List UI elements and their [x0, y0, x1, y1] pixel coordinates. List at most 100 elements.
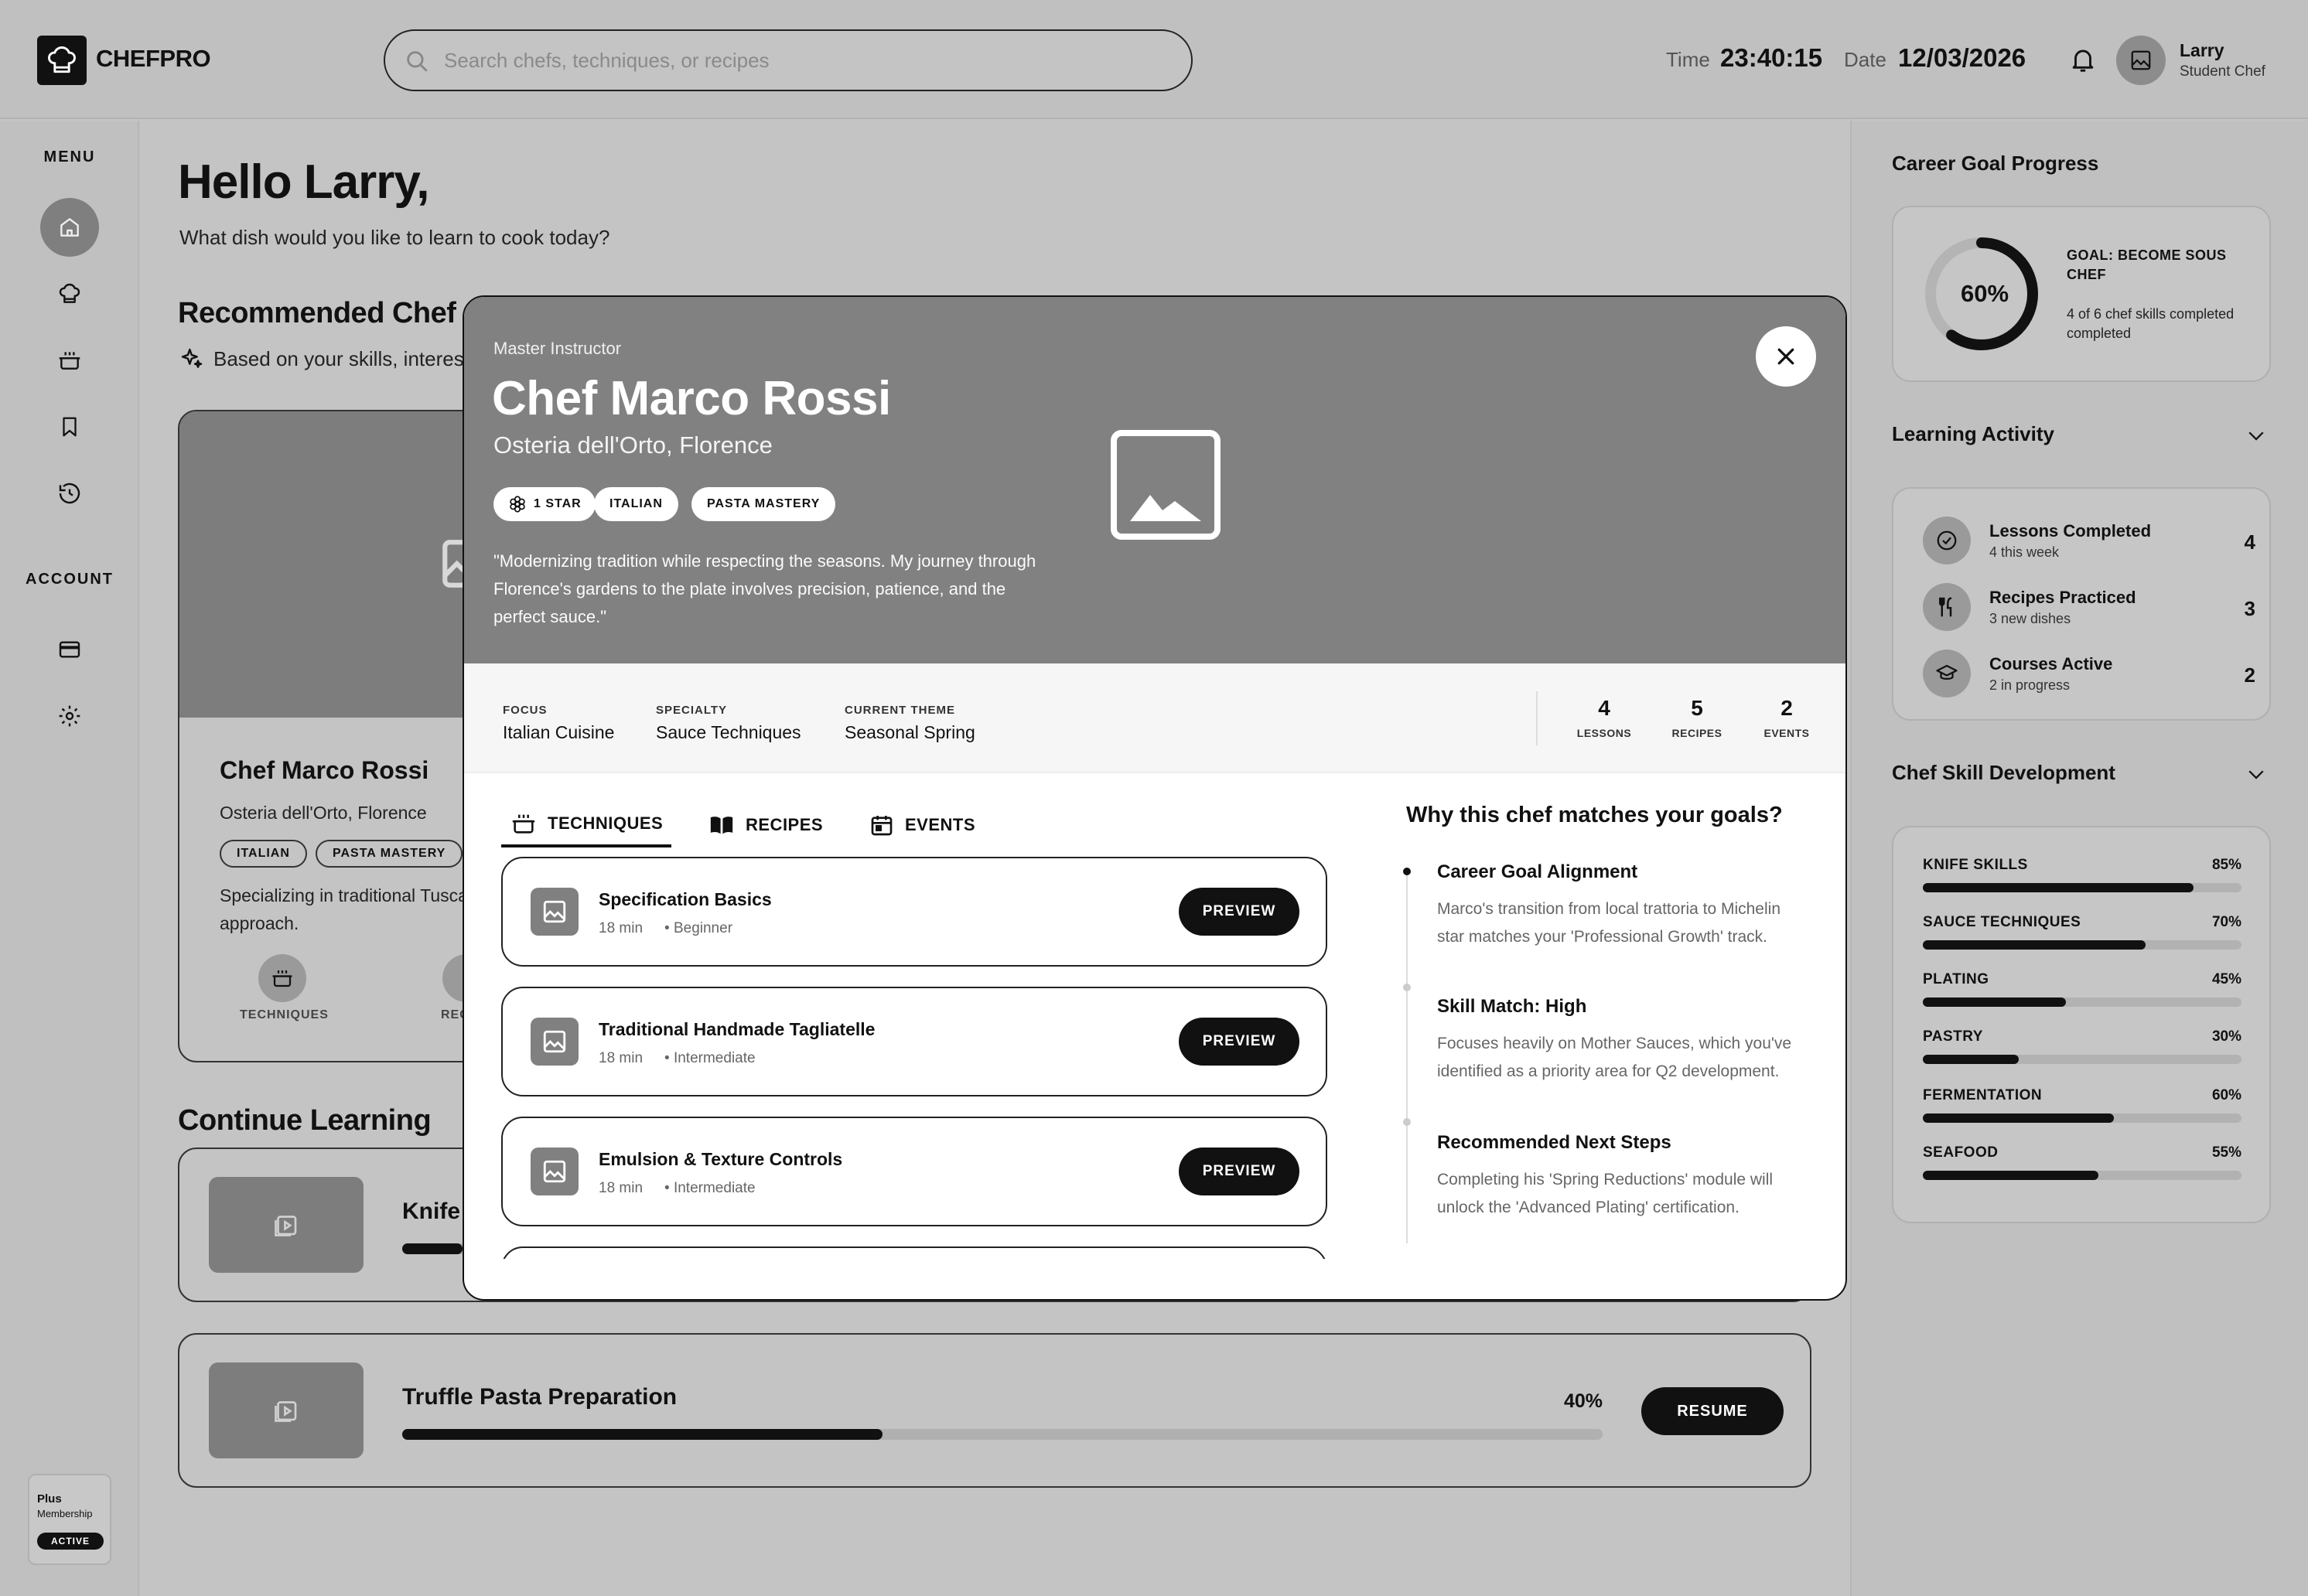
tag-pill: PASTA MASTERY [316, 840, 463, 868]
preview-button[interactable]: PREVIEW [1179, 888, 1299, 936]
skill-percent: 70% [2211, 914, 2241, 930]
activity-title: Courses Active [1989, 654, 2113, 674]
list-item[interactable]: Emulsion & Texture Controls 18 min • Inte… [501, 1117, 1327, 1226]
sidebar: MENU ACCOUNT Plus Membership ACTIVE [0, 121, 139, 1596]
activity-row: Recipes Practiced 3 new dishes 3 [1923, 581, 2255, 631]
chef-hat-logo-icon[interactable] [37, 36, 87, 85]
recipes-count: 5 [1691, 696, 1703, 720]
technique-meta: 18 min • Intermediate [599, 1050, 756, 1067]
sidebar-item-saved[interactable] [40, 397, 99, 456]
date-label: Date [1844, 48, 1886, 71]
resume-button[interactable]: RESUME [1641, 1387, 1784, 1435]
skill-percent: 30% [2211, 1028, 2241, 1045]
tab-label: TECHNIQUES [548, 813, 664, 833]
lesson-thumbnail [209, 1362, 364, 1458]
technique-title: Specification Basics [599, 889, 772, 909]
skill-bar-fill [1923, 1113, 2115, 1123]
history-icon [57, 481, 82, 506]
sidebar-item-settings[interactable] [40, 687, 99, 745]
check-circle-icon [1923, 517, 1971, 564]
tab-recipes[interactable]: RECIPES [708, 803, 823, 847]
search-bar[interactable] [384, 29, 1193, 91]
events-count-label: EVENTS [1763, 727, 1810, 739]
skill-bar-fill [1923, 940, 2146, 950]
right-panel: Career Goal Progress 60% GOAL: BECOME SO… [1850, 121, 2308, 1596]
technique-duration: 18 min [599, 1180, 644, 1196]
list-item[interactable] [501, 1246, 1327, 1259]
chevron-down-icon[interactable] [2245, 762, 2268, 786]
stat-label: FOCUS [503, 704, 548, 717]
sidebar-item-home[interactable] [40, 198, 99, 257]
stat-value: Seasonal Spring [845, 722, 975, 742]
lesson-title: Truffle Pasta Preparation [402, 1384, 678, 1410]
techniques-tab-label: TECHNIQUES [240, 1008, 329, 1021]
lesson-title: Knife [402, 1199, 460, 1224]
learning-activity-card: Lessons Completed 4 this week 4 Recipes … [1892, 487, 2271, 721]
sparkle-icon [179, 346, 204, 371]
stat-value: Sauce Techniques [656, 722, 801, 742]
list-item[interactable]: Specification Basics 18 min • Beginner PR… [501, 857, 1327, 967]
image-placeholder-icon [531, 1148, 579, 1195]
image-placeholder-icon [1111, 430, 1221, 540]
list-item[interactable]: Traditional Handmade Tagliatelle 18 min •… [501, 987, 1327, 1096]
skill-bar [1923, 1171, 2241, 1180]
timeline-dot [1403, 1118, 1411, 1126]
recommended-note: Based on your skills, interes [179, 346, 464, 371]
why-match-title: Why this chef matches your goals? [1406, 803, 1783, 827]
lesson-progress-fill [402, 1429, 883, 1440]
tag-pill: ITALIAN [220, 840, 307, 868]
calendar-icon [869, 813, 894, 837]
pot-icon [57, 348, 82, 373]
video-play-icon [272, 1211, 300, 1239]
preview-button[interactable]: PREVIEW [1179, 1018, 1299, 1066]
stat-label: SPECIALTY [656, 704, 728, 717]
chef-hat-icon [57, 281, 82, 306]
lesson-progress-percent: 40% [1564, 1390, 1603, 1412]
user-role: Student Chef [2180, 63, 2265, 80]
activity-sub: 4 this week [1989, 544, 2060, 560]
sidebar-item-history[interactable] [40, 464, 99, 523]
lesson-progress-fill [402, 1243, 463, 1254]
skill-name: SEAFOOD [1923, 1144, 1999, 1161]
continue-learning-title: Continue Learning [178, 1104, 432, 1137]
bell-icon[interactable] [2068, 45, 2098, 74]
modal-chef-location: Osteria dell'Orto, Florence [493, 431, 773, 459]
why-item-title: Skill Match: High [1437, 996, 1587, 1017]
sidebar-item-chefs[interactable] [40, 264, 99, 323]
tag-pill: PASTA MASTERY [691, 487, 836, 521]
close-button[interactable] [1756, 326, 1816, 387]
tab-events[interactable]: EVENTS [869, 803, 975, 847]
techniques-list[interactable]: Specification Basics 18 min • Beginner PR… [501, 857, 1329, 1259]
sidebar-item-billing[interactable] [40, 620, 99, 679]
skill-bar [1923, 1113, 2241, 1123]
skill-bar-fill [1923, 1055, 2019, 1064]
career-goal-title: Career Goal Progress [1892, 152, 2099, 175]
sidebar-item-techniques[interactable] [40, 331, 99, 390]
search-input[interactable] [444, 45, 1171, 76]
skill-name: PLATING [1923, 971, 1989, 987]
technique-level: • Intermediate [664, 1180, 756, 1196]
technique-level: • Intermediate [664, 1050, 756, 1066]
modal-quote: "Modernizing tradition while respecting … [493, 551, 1036, 626]
skill-bar [1923, 940, 2241, 950]
tab-label: RECIPES [746, 815, 824, 834]
modal-chef-name: Chef Marco Rossi [492, 372, 891, 425]
continue-learning-card[interactable]: Truffle Pasta Preparation 40% RESUME [178, 1333, 1811, 1488]
skill-name: PASTRY [1923, 1028, 1983, 1045]
video-play-icon [272, 1396, 300, 1424]
modal-stats-bar: FOCUS Italian Cuisine SPECIALTY Sauce Te… [464, 663, 1845, 773]
credit-card-icon [57, 637, 82, 662]
activity-value: 3 [2244, 597, 2255, 620]
avatar[interactable] [2116, 36, 2166, 85]
chevron-down-icon[interactable] [2245, 424, 2268, 447]
preview-button[interactable]: PREVIEW [1179, 1148, 1299, 1195]
membership-card[interactable]: Plus Membership ACTIVE [28, 1474, 111, 1565]
time-value: 23:40:15 [1720, 43, 1823, 72]
recommended-note-text: Based on your skills, interes [213, 346, 464, 370]
skill-name: FERMENTATION [1923, 1087, 2043, 1103]
membership-plan: Plus [37, 1492, 62, 1506]
skill-bar-fill [1923, 998, 2067, 1007]
skill-percent: 60% [2211, 1087, 2241, 1103]
techniques-tab-button[interactable] [258, 954, 306, 1002]
tab-techniques[interactable]: TECHNIQUES [501, 803, 671, 847]
